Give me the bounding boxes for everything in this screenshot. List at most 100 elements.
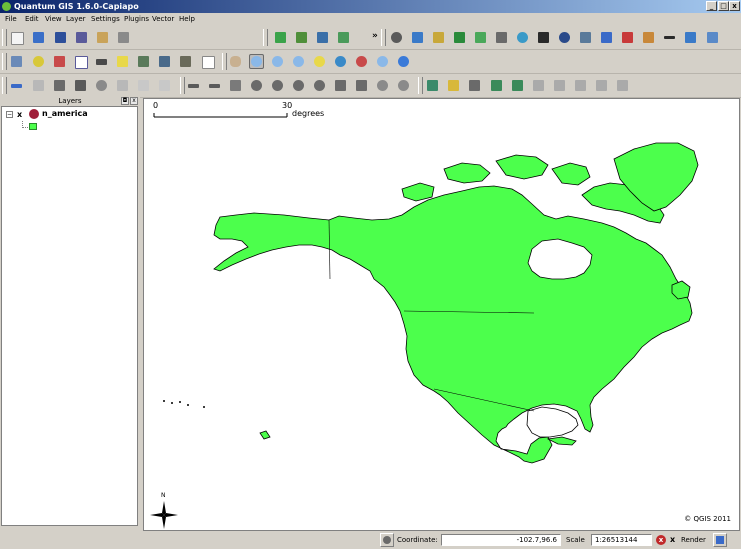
coordinate-field[interactable]: -102.7,96.6: [441, 534, 561, 546]
print-composer-button[interactable]: [95, 30, 110, 45]
cut-features-button[interactable]: [115, 78, 130, 93]
delete-ring-button[interactable]: [291, 78, 306, 93]
node-tool-button[interactable]: [73, 78, 88, 93]
spatial-query-button[interactable]: [452, 30, 467, 45]
dxf-export-button[interactable]: [431, 30, 446, 45]
toolbar-grip[interactable]: [2, 53, 7, 70]
add-raster-layer-button[interactable]: [294, 30, 309, 45]
interpolation-button[interactable]: [536, 30, 551, 45]
add-part-button[interactable]: [270, 78, 285, 93]
georeferencer-button[interactable]: [473, 30, 488, 45]
toolbar-grip[interactable]: [2, 77, 7, 94]
gps-button[interactable]: [578, 30, 593, 45]
save-edits-button[interactable]: [31, 78, 46, 93]
zoom-in-button[interactable]: [249, 54, 264, 69]
select-button[interactable]: [52, 54, 67, 69]
identify-button[interactable]: [31, 54, 46, 69]
coordinate-toggle-button[interactable]: [380, 533, 394, 547]
minimize-button[interactable]: _: [706, 1, 717, 11]
toggle-editing-button[interactable]: [9, 78, 24, 93]
save-project-button[interactable]: [53, 30, 68, 45]
north-arrow-button[interactable]: [557, 30, 572, 45]
toolbar-grip[interactable]: [418, 77, 423, 94]
toolbar-grip[interactable]: [2, 29, 7, 46]
zoom-full-button[interactable]: [291, 54, 306, 69]
change-label-button[interactable]: [573, 78, 588, 93]
menu-vector[interactable]: Vector: [152, 14, 174, 24]
split-features-button[interactable]: [354, 78, 369, 93]
delete-selected-button[interactable]: [94, 78, 109, 93]
add-postgis-layer-button[interactable]: [315, 30, 330, 45]
remove-layer-button[interactable]: [594, 78, 609, 93]
text-annotation-button[interactable]: [200, 54, 215, 69]
new-spatialite-button[interactable]: [467, 78, 482, 93]
overview-button[interactable]: [615, 78, 630, 93]
add-vector-layer-button[interactable]: [273, 30, 288, 45]
projection-button[interactable]: [713, 533, 727, 547]
print-button[interactable]: [116, 30, 131, 45]
move-feature-button[interactable]: [52, 78, 67, 93]
new-project-button[interactable]: [9, 30, 24, 45]
simplify-button[interactable]: [228, 78, 243, 93]
layer-item-n-america[interactable]: n_america: [42, 109, 88, 118]
grid-maker-button[interactable]: [410, 30, 425, 45]
undo-button[interactable]: [186, 78, 201, 93]
float-panel-button[interactable]: ◘: [121, 97, 129, 105]
pdf-button[interactable]: [620, 30, 635, 45]
toolbar-grip[interactable]: [263, 29, 268, 46]
close-button[interactable]: x: [729, 1, 740, 11]
menu-plugins[interactable]: Plugins: [124, 14, 149, 24]
menu-settings[interactable]: Settings: [91, 14, 120, 24]
move-label-button[interactable]: [531, 78, 546, 93]
menu-view[interactable]: View: [45, 14, 62, 24]
measure-area-button[interactable]: [178, 54, 193, 69]
raster-terrain-button[interactable]: [494, 30, 509, 45]
redo-button[interactable]: [207, 78, 222, 93]
attribute-table-button[interactable]: [73, 54, 88, 69]
layer-visibility-checkbox[interactable]: x: [17, 110, 26, 119]
menu-layer[interactable]: Layer: [66, 14, 86, 24]
zoom-last-button[interactable]: [354, 54, 369, 69]
refresh-button[interactable]: [396, 54, 411, 69]
digitize-button[interactable]: [641, 30, 656, 45]
scale-field[interactable]: 1:26513144: [591, 534, 652, 546]
toolbar-grip[interactable]: [381, 29, 386, 46]
add-ring-button[interactable]: [249, 78, 264, 93]
merge-attributes-button[interactable]: [396, 78, 411, 93]
zoom-selection-button[interactable]: [333, 54, 348, 69]
scalebar-decoration-button[interactable]: [662, 30, 677, 45]
menu-file[interactable]: File: [5, 14, 17, 24]
new-shapefile-button[interactable]: [446, 78, 461, 93]
map-canvas[interactable]: 0 30 degrees N © QGIS 2011: [143, 98, 740, 531]
copyright-label-button[interactable]: [389, 30, 404, 45]
show-labels-button[interactable]: [510, 78, 525, 93]
reshape-button[interactable]: [333, 78, 348, 93]
image-button[interactable]: [705, 30, 720, 45]
zoom-out-button[interactable]: [270, 54, 285, 69]
delete-part-button[interactable]: [312, 78, 327, 93]
add-spatialite-layer-button[interactable]: [336, 30, 351, 45]
menu-help[interactable]: Help: [179, 14, 195, 24]
pin-labels-button[interactable]: [489, 78, 504, 93]
eval-button[interactable]: [599, 30, 614, 45]
save-as-button[interactable]: [74, 30, 89, 45]
paste-features-button[interactable]: [157, 78, 172, 93]
open-project-button[interactable]: [31, 30, 46, 45]
maximize-button[interactable]: □: [718, 1, 729, 11]
plugin-manager-button[interactable]: [683, 30, 698, 45]
zoom-layer-button[interactable]: [312, 54, 327, 69]
stop-render-button[interactable]: x: [656, 535, 666, 545]
new-layer-button[interactable]: [425, 78, 440, 93]
close-panel-button[interactable]: x: [130, 97, 138, 105]
merge-features-button[interactable]: [375, 78, 390, 93]
toolbar-grip[interactable]: [222, 53, 227, 70]
overflow-chevron-icon[interactable]: »: [372, 31, 378, 41]
copy-features-button[interactable]: [136, 78, 151, 93]
collapse-icon[interactable]: −: [6, 111, 13, 118]
toolbar-grip[interactable]: [180, 77, 185, 94]
show-bookmarks-button[interactable]: [157, 54, 172, 69]
open-table-button[interactable]: [9, 54, 24, 69]
rotate-labels-button[interactable]: [552, 78, 567, 93]
openstreetmap-button[interactable]: [515, 30, 530, 45]
measure-line-button[interactable]: [94, 54, 109, 69]
